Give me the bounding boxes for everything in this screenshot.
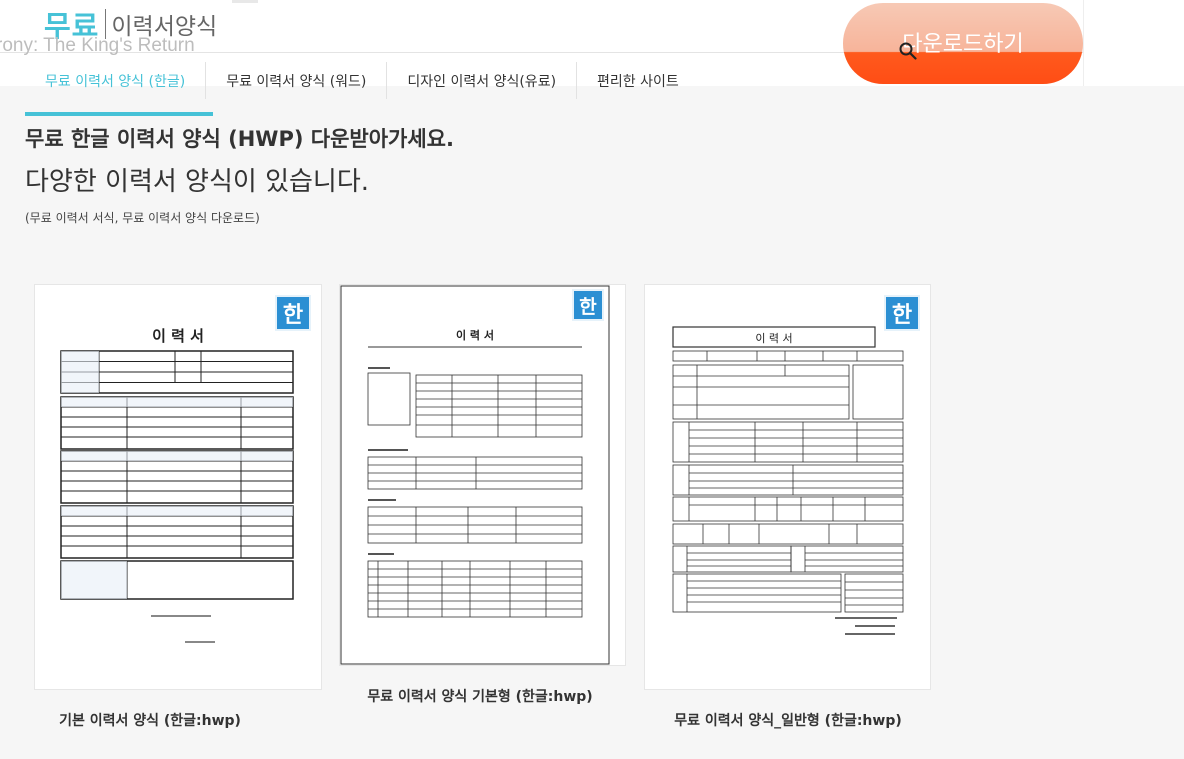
top-strip bbox=[232, 0, 258, 3]
nav-item-hangul[interactable]: 무료 이력서 양식 (한글) bbox=[25, 62, 207, 99]
hwp-icon: 한 bbox=[275, 295, 311, 331]
nav-item-word[interactable]: 무료 이력서 양식 (워드) bbox=[206, 62, 388, 99]
search-icon[interactable] bbox=[899, 42, 917, 60]
nav-active-underline bbox=[25, 112, 213, 116]
page-subtitle: 다양한 이력서 양식이 있습니다. bbox=[25, 167, 370, 197]
main-nav: 무료 이력서 양식 (한글) 무료 이력서 양식 (워드) 디자인 이력서 양식… bbox=[25, 62, 699, 99]
resume-thumbnail[interactable]: 이 력 서 한 bbox=[34, 284, 322, 690]
ghost-overlay-text: rony: The King's Return bbox=[0, 35, 195, 56]
card-caption[interactable]: 기본 이력서 양식 (한글:hwp) bbox=[34, 710, 266, 730]
resume-card-basic[interactable]: 이 력 서 한 기본 이력서 양식 (한글:hwp) bbox=[34, 284, 322, 734]
page-title: 무료 한글 이력서 양식 (HWP) 다운받아가세요. bbox=[25, 127, 454, 151]
resume-thumbnail[interactable]: 이 력 서 한 bbox=[339, 284, 626, 666]
hwp-icon: 한 bbox=[884, 295, 920, 331]
resume-card-general[interactable]: 이 력 서 한 무료 이력서 양식_일반형 (한글:hwp) bbox=[644, 284, 932, 734]
resume-card-standard[interactable]: 이 력 서 한 무료 이력서 양식 기본형 (한글:hwp) bbox=[339, 284, 627, 714]
doc-title: 이 력 서 bbox=[152, 327, 204, 345]
page-note: (무료 이력서 서식, 무료 이력서 양식 다운로드) bbox=[25, 211, 260, 225]
nav-item-design[interactable]: 디자인 이력서 양식(유료) bbox=[387, 62, 578, 99]
resume-thumbnail[interactable]: 이 력 서 한 bbox=[644, 284, 931, 690]
doc-title: 이 력 서 bbox=[456, 328, 494, 342]
download-button[interactable]: 다운로드하기 bbox=[843, 3, 1083, 84]
header-side-panel bbox=[1083, 0, 1184, 86]
doc-title: 이 력 서 bbox=[755, 332, 792, 345]
card-caption[interactable]: 무료 이력서 양식_일반형 (한글:hwp) bbox=[644, 710, 932, 730]
hwp-icon: 한 bbox=[572, 289, 604, 321]
nav-item-sites[interactable]: 편리한 사이트 bbox=[577, 62, 699, 99]
card-caption[interactable]: 무료 이력서 양식 기본형 (한글:hwp) bbox=[339, 686, 621, 706]
